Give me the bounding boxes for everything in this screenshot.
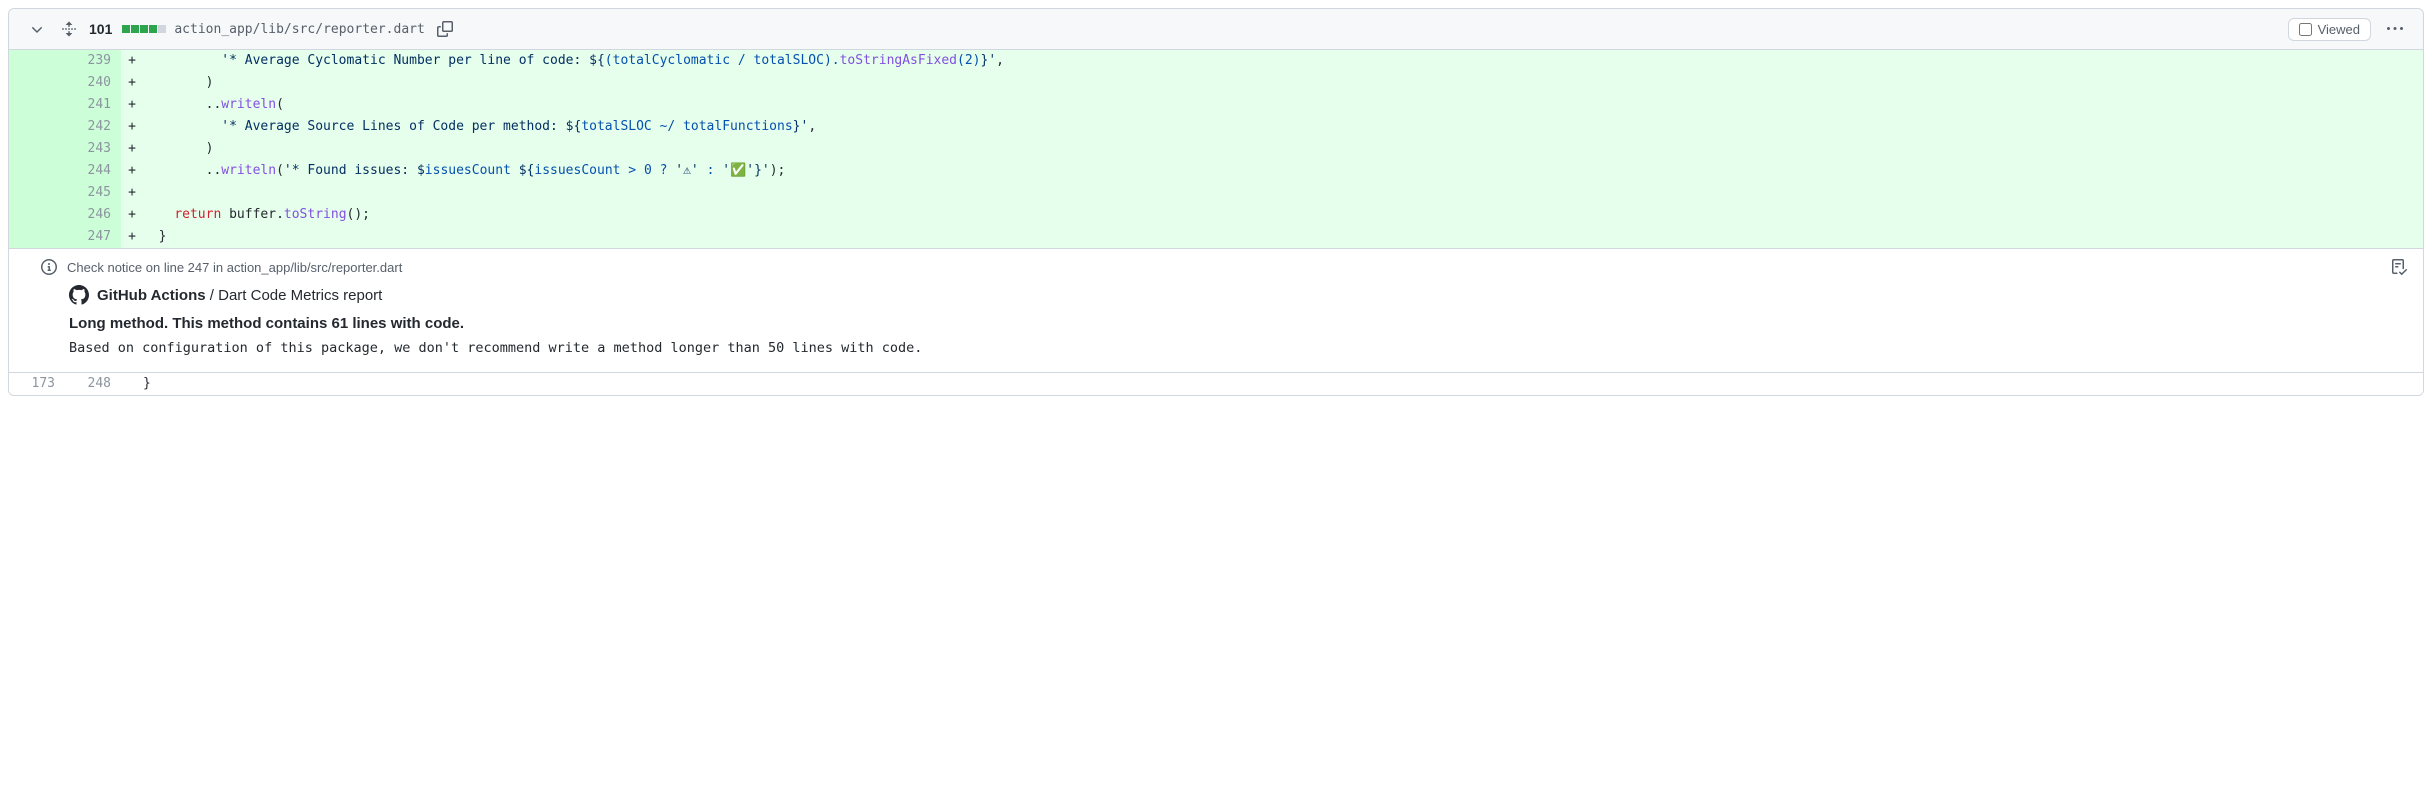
annotation-source: GitHub Actions / Dart Code Metrics repor… [69, 285, 2407, 305]
diff-line[interactable]: 241+ ..writeln( [9, 94, 2423, 116]
annotation-source-name: GitHub Actions [97, 287, 206, 304]
diff-marker: + [121, 226, 143, 248]
copy-icon [437, 21, 453, 37]
code-content: } [143, 373, 2423, 395]
file-diff-container: 101 action_app/lib/src/reporter.dart Vie… [8, 8, 2424, 396]
diff-bar-added [149, 25, 157, 33]
diff-bar-added [131, 25, 139, 33]
code-content: ..writeln('* Found issues: $issuesCount … [143, 160, 2423, 182]
chevron-down-icon [29, 21, 45, 37]
diff-marker: + [121, 94, 143, 116]
toggle-file-button[interactable] [25, 17, 49, 41]
annotation-source-text: GitHub Actions / Dart Code Metrics repor… [97, 287, 382, 304]
code-content: } [143, 226, 2423, 248]
copy-path-button[interactable] [433, 17, 457, 41]
diff-line[interactable]: 244+ ..writeln('* Found issues: $issuesC… [9, 160, 2423, 182]
line-number-new[interactable]: 239 [65, 50, 121, 72]
diff-line[interactable]: 240+ ) [9, 72, 2423, 94]
line-number-new[interactable]: 246 [65, 204, 121, 226]
annotation-source-detail: Dart Code Metrics report [218, 287, 382, 304]
annotation-header-left: Check notice on line 247 in action_app/l… [41, 259, 402, 275]
diff-bar-neutral [158, 25, 166, 33]
diff-line[interactable]: 239+ '* Average Cyclomatic Number per li… [9, 50, 2423, 72]
diff-marker: + [121, 160, 143, 182]
line-number-old[interactable] [9, 72, 65, 94]
diff-line-count: 101 [89, 21, 112, 37]
file-header: 101 action_app/lib/src/reporter.dart Vie… [9, 9, 2423, 50]
line-number-old[interactable] [9, 138, 65, 160]
diff-bar-added [122, 25, 130, 33]
code-content: return buffer.toString(); [143, 204, 2423, 226]
expand-all-button[interactable] [57, 17, 81, 41]
line-number-old[interactable] [9, 204, 65, 226]
diff-line[interactable]: 246+ return buffer.toString(); [9, 204, 2423, 226]
line-number-old[interactable] [9, 116, 65, 138]
line-number-old[interactable] [9, 226, 65, 248]
diff-marker: + [121, 204, 143, 226]
checklist-icon [2391, 259, 2407, 275]
viewed-toggle[interactable]: Viewed [2288, 18, 2371, 41]
file-header-actions: Viewed [2288, 17, 2407, 41]
diff-bar-added [140, 25, 148, 33]
code-content: '* Average Cyclomatic Number per line of… [143, 50, 2423, 72]
diff-marker: + [121, 50, 143, 72]
line-number-new[interactable]: 243 [65, 138, 121, 160]
line-number-old[interactable] [9, 160, 65, 182]
annotation-resolve-button[interactable] [2391, 259, 2407, 275]
line-number-new[interactable]: 241 [65, 94, 121, 116]
line-number-old[interactable] [9, 182, 65, 204]
code-content: ..writeln( [143, 94, 2423, 116]
line-number-old[interactable] [9, 50, 65, 72]
kebab-icon [2387, 21, 2403, 37]
annotation-header: Check notice on line 247 in action_app/l… [9, 249, 2423, 281]
diff-marker: + [121, 138, 143, 160]
diff-line[interactable]: 242+ '* Average Source Lines of Code per… [9, 116, 2423, 138]
line-number-old[interactable]: 173 [9, 373, 65, 395]
code-content: ) [143, 72, 2423, 94]
diff-marker: + [121, 72, 143, 94]
annotation-body: GitHub Actions / Dart Code Metrics repor… [9, 281, 2423, 372]
annotation-location: Check notice on line 247 in action_app/l… [67, 260, 402, 275]
line-number-new[interactable]: 242 [65, 116, 121, 138]
line-number-new[interactable]: 248 [65, 373, 121, 395]
code-content [143, 182, 2423, 204]
annotation-source-sep: / [206, 287, 219, 304]
file-path[interactable]: action_app/lib/src/reporter.dart [174, 22, 424, 37]
info-icon [41, 259, 57, 275]
diff-line[interactable]: 173248} [9, 373, 2423, 395]
line-number-new[interactable]: 244 [65, 160, 121, 182]
line-number-old[interactable] [9, 94, 65, 116]
file-more-button[interactable] [2383, 17, 2407, 41]
github-icon [69, 285, 89, 305]
line-number-new[interactable]: 240 [65, 72, 121, 94]
viewed-checkbox[interactable] [2299, 23, 2312, 36]
unfold-icon [61, 21, 77, 37]
check-annotation: Check notice on line 247 in action_app/l… [9, 248, 2423, 373]
diff-line[interactable]: 247+ } [9, 226, 2423, 248]
line-number-new[interactable]: 245 [65, 182, 121, 204]
viewed-label: Viewed [2318, 22, 2360, 37]
diff-marker: + [121, 182, 143, 204]
diff-line[interactable]: 243+ ) [9, 138, 2423, 160]
diff-marker [121, 373, 143, 395]
annotation-title: Long method. This method contains 61 lin… [69, 315, 2407, 332]
diff-stat-bar [122, 25, 166, 33]
diff-marker: + [121, 116, 143, 138]
diff-table-post: 173248} [9, 373, 2423, 395]
line-number-new[interactable]: 247 [65, 226, 121, 248]
diff-table: 239+ '* Average Cyclomatic Number per li… [9, 50, 2423, 248]
diff-line[interactable]: 245+ [9, 182, 2423, 204]
annotation-description: Based on configuration of this package, … [69, 340, 2407, 356]
file-header-info: 101 action_app/lib/src/reporter.dart [25, 17, 457, 41]
code-content: '* Average Source Lines of Code per meth… [143, 116, 2423, 138]
code-content: ) [143, 138, 2423, 160]
